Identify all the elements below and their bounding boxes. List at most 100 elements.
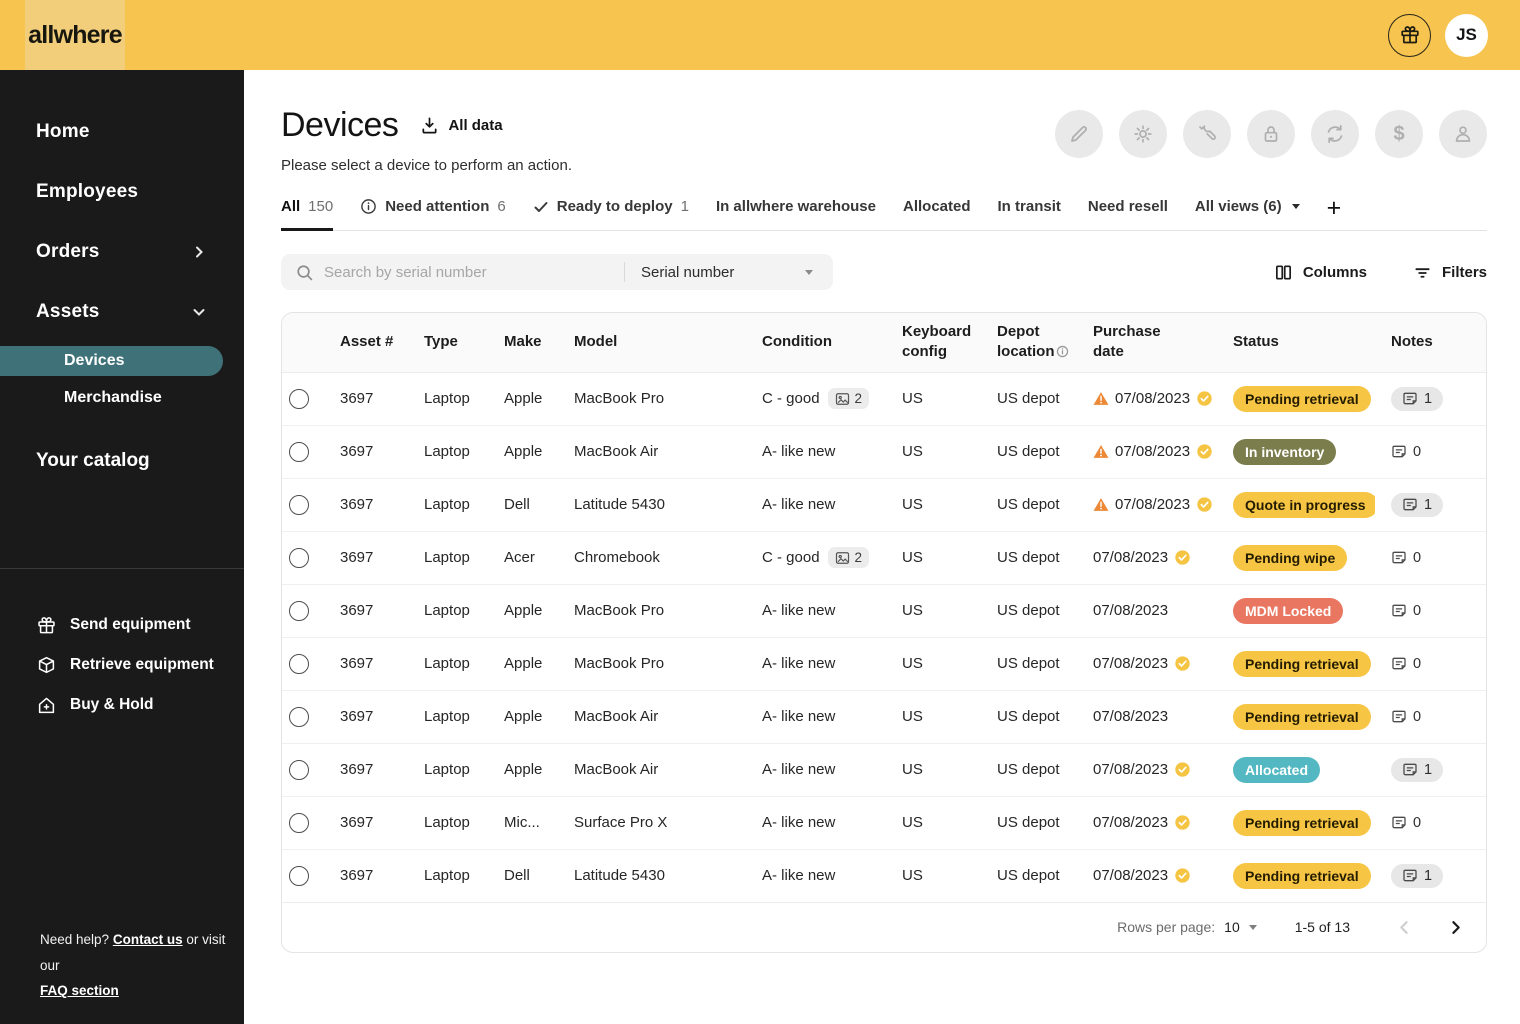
repair-action-button[interactable] <box>1183 110 1231 158</box>
next-page-button[interactable] <box>1447 919 1464 936</box>
notes-button[interactable]: 0 <box>1391 656 1421 672</box>
row-radio-button[interactable] <box>289 547 309 568</box>
notes-button[interactable]: 1 <box>1391 863 1444 888</box>
note-icon <box>1402 868 1418 883</box>
table-row[interactable]: 3697 Laptop Mic... Surface Pro X A- like new… <box>282 797 1486 850</box>
cell-depot-location: US depot <box>997 496 1060 513</box>
brand-logo[interactable]: allwhere <box>25 0 125 70</box>
tab-label: Need resell <box>1087 198 1168 215</box>
rows-per-page-label: Rows per page: <box>1117 919 1216 935</box>
notes-button[interactable]: 1 <box>1391 492 1444 517</box>
add-view-button[interactable]: + <box>1327 196 1342 230</box>
row-radio-button[interactable] <box>289 812 309 833</box>
sidebar-item-home[interactable]: Home <box>0 102 244 162</box>
verified-badge-icon <box>1174 655 1191 672</box>
contact-us-link[interactable]: Contact us <box>113 932 183 947</box>
assign-action-button[interactable] <box>1439 110 1487 158</box>
sidebar-item-your-catalog[interactable]: Your catalog <box>36 450 244 472</box>
cell-make: Apple <box>504 708 543 725</box>
sidebar-action-send-equipment[interactable]: Send equipment <box>0 605 244 645</box>
notes-button[interactable]: 0 <box>1391 444 1421 460</box>
row-radio-button[interactable] <box>289 865 309 886</box>
row-radio-button[interactable] <box>289 600 309 621</box>
columns-button[interactable]: Columns <box>1274 263 1367 282</box>
condition-photos-badge[interactable]: 2 <box>827 547 870 568</box>
cell-condition: A- like new <box>762 443 836 460</box>
sidebar-item-merchandise[interactable]: Merchandise <box>0 380 244 416</box>
cell-notes: 0 <box>1375 550 1486 566</box>
status-badge: Pending retrieval <box>1233 809 1371 836</box>
filters-label: Filters <box>1441 263 1487 281</box>
filters-button[interactable]: Filters <box>1413 263 1487 282</box>
sidebar-item-devices[interactable]: Devices <box>0 346 223 376</box>
notes-button[interactable]: 0 <box>1391 815 1421 831</box>
table-row[interactable]: 3697 Laptop Apple MacBook Pro A- like new US U… <box>282 585 1486 638</box>
table-row[interactable]: 3697 Laptop Dell Latitude 5430 A- like new US… <box>282 850 1486 903</box>
column-header-model: Model <box>574 333 618 351</box>
cell-condition: A- like new <box>762 867 836 884</box>
table-row[interactable]: 3697 Laptop Apple MacBook Air A- like new US U… <box>282 691 1486 744</box>
tab-in-transit[interactable]: In transit <box>998 198 1061 231</box>
cell-make: Apple <box>504 390 543 407</box>
tab-ready-to-deploy[interactable]: Ready to deploy 1 <box>533 198 689 231</box>
tab-need-attention[interactable]: Need attention 6 <box>360 198 506 231</box>
sidebar-action-retrieve-equipment[interactable]: Retrieve equipment <box>0 645 244 685</box>
box-icon <box>36 655 57 676</box>
tab-in-allwhere-warehouse[interactable]: In allwhere warehouse <box>716 198 876 231</box>
notes-button[interactable]: 1 <box>1391 757 1444 782</box>
column-header-make: Make <box>504 333 542 351</box>
tab-allocated[interactable]: Allocated <box>903 198 971 231</box>
row-radio-button[interactable] <box>289 494 309 515</box>
table-row[interactable]: 3697 Laptop Apple MacBook Pro A- like new US U… <box>282 638 1486 691</box>
cell-purchase-date: 07/08/2023 <box>1077 761 1217 778</box>
search-input[interactable] <box>324 263 624 281</box>
note-icon <box>1391 709 1407 724</box>
export-all-data-button[interactable]: All data <box>420 116 503 135</box>
tab-all-views-6-[interactable]: All views (6) <box>1195 198 1300 231</box>
sidebar-item-employees[interactable]: Employees <box>0 162 244 222</box>
filter-icon <box>1413 263 1432 282</box>
condition-photos-badge[interactable]: 2 <box>827 388 870 409</box>
table-row[interactable]: 3697 Laptop Dell Latitude 5430 A- like new US… <box>282 479 1486 532</box>
user-avatar[interactable]: JS <box>1445 13 1488 57</box>
sidebar-item-assets[interactable]: Assets <box>0 282 244 342</box>
cell-status: Pending retrieval <box>1217 703 1375 730</box>
gift-icon <box>1399 24 1421 46</box>
row-radio-button[interactable] <box>289 653 309 674</box>
search-field-select[interactable]: Serial number <box>625 264 819 281</box>
table-row[interactable]: 3697 Laptop Acer Chromebook C - good 2 US US de… <box>282 532 1486 585</box>
tab-all[interactable]: All 150 <box>281 198 334 231</box>
lock-action-button[interactable] <box>1247 110 1295 158</box>
row-radio-button[interactable] <box>289 706 309 727</box>
edit-action-button[interactable] <box>1055 110 1103 158</box>
row-radio-button[interactable] <box>289 388 309 409</box>
status-badge: Pending retrieval <box>1233 650 1371 677</box>
sell-action-button[interactable]: $ <box>1375 110 1423 158</box>
settings-action-button[interactable] <box>1119 110 1167 158</box>
notes-button[interactable]: 1 <box>1391 386 1444 411</box>
notes-button[interactable]: 0 <box>1391 709 1421 725</box>
cell-type: Laptop <box>424 867 470 884</box>
recycle-action-button[interactable] <box>1311 110 1359 158</box>
table-row[interactable]: 3697 Laptop Apple MacBook Air A- like new US U… <box>282 426 1486 479</box>
faq-link[interactable]: FAQ section <box>40 983 119 998</box>
table-row[interactable]: 3697 Laptop Apple MacBook Pro C - good 2 US US … <box>282 373 1486 426</box>
cell-purchase-date: 07/08/2023 <box>1077 390 1217 407</box>
table-row[interactable]: 3697 Laptop Apple MacBook Air A- like new US U… <box>282 744 1486 797</box>
notes-button[interactable]: 0 <box>1391 550 1421 566</box>
sidebar-action-buy-hold[interactable]: Buy & Hold <box>0 685 244 725</box>
rows-per-page-select[interactable]: 10 <box>1224 919 1257 935</box>
previous-page-button[interactable] <box>1396 919 1413 936</box>
cell-model: Latitude 5430 <box>574 867 665 884</box>
verified-badge-icon <box>1196 443 1213 460</box>
cell-asset: 3697 <box>340 602 374 619</box>
rewards-button[interactable] <box>1388 13 1431 57</box>
caret-down-icon <box>805 269 813 275</box>
sidebar-item-orders[interactable]: Orders <box>0 222 244 282</box>
row-radio-button[interactable] <box>289 441 309 462</box>
row-radio-button[interactable] <box>289 759 309 780</box>
cell-asset: 3697 <box>340 549 374 566</box>
cell-make: Apple <box>504 602 543 619</box>
notes-button[interactable]: 0 <box>1391 603 1421 619</box>
tab-need-resell[interactable]: Need resell <box>1088 198 1168 231</box>
